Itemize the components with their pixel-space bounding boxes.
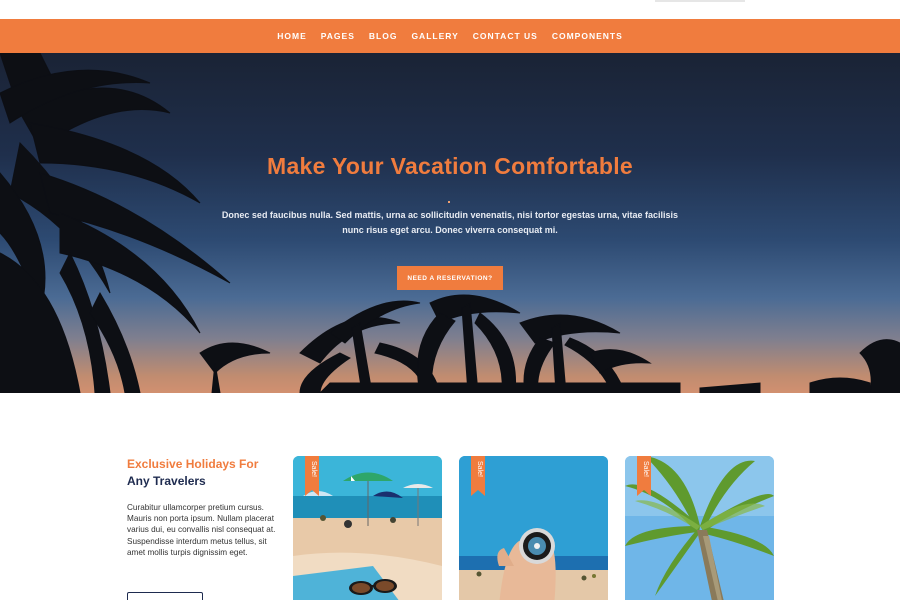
offer-card-palm[interactable]: Sale! <box>625 456 774 600</box>
intro-section: Exclusive Holidays For Any Travelers Cur… <box>127 456 277 600</box>
offer-card-compass[interactable]: Sale! <box>459 456 608 600</box>
hero-divider <box>448 201 450 203</box>
intro-heading-line1: Exclusive Holidays For <box>127 457 259 471</box>
reservation-button[interactable]: NEED A RESERVATION? <box>397 266 503 290</box>
nav-item-components[interactable]: COMPONENTS <box>545 31 630 41</box>
book-now-button[interactable]: Book Now <box>127 592 203 600</box>
intro-heading-line2: Any Travelers <box>127 474 206 488</box>
sale-badge-text: Sale! <box>476 461 483 477</box>
sale-ribbon: Sale! <box>637 456 651 496</box>
hero-title: Make Your Vacation Comfortable <box>266 153 634 179</box>
main-nav: HOME PAGES BLOG GALLERY CONTACT US COMPO… <box>0 19 900 53</box>
nav-item-blog[interactable]: BLOG <box>362 31 405 41</box>
intro-body: Curabitur ullamcorper pretium cursus. Ma… <box>127 503 276 557</box>
sale-badge-text: Sale! <box>310 461 317 477</box>
hero-banner: Make Your Vacation Comfortable Donec sed… <box>0 53 900 393</box>
top-bar-edge <box>655 0 745 2</box>
offer-card-beach[interactable]: Sale! <box>293 456 442 600</box>
nav-item-contact-us[interactable]: CONTACT US <box>466 31 545 41</box>
sale-badge-text: Sale! <box>642 461 649 477</box>
top-bar <box>0 0 900 19</box>
nav-item-pages[interactable]: PAGES <box>314 31 362 41</box>
nav-item-gallery[interactable]: GALLERY <box>404 31 465 41</box>
nav-item-home[interactable]: HOME <box>270 31 314 41</box>
sale-ribbon: Sale! <box>305 456 319 496</box>
hero-subtitle: Donec sed faucibus nulla. Sed mattis, ur… <box>221 210 679 235</box>
sale-ribbon: Sale! <box>471 456 485 496</box>
